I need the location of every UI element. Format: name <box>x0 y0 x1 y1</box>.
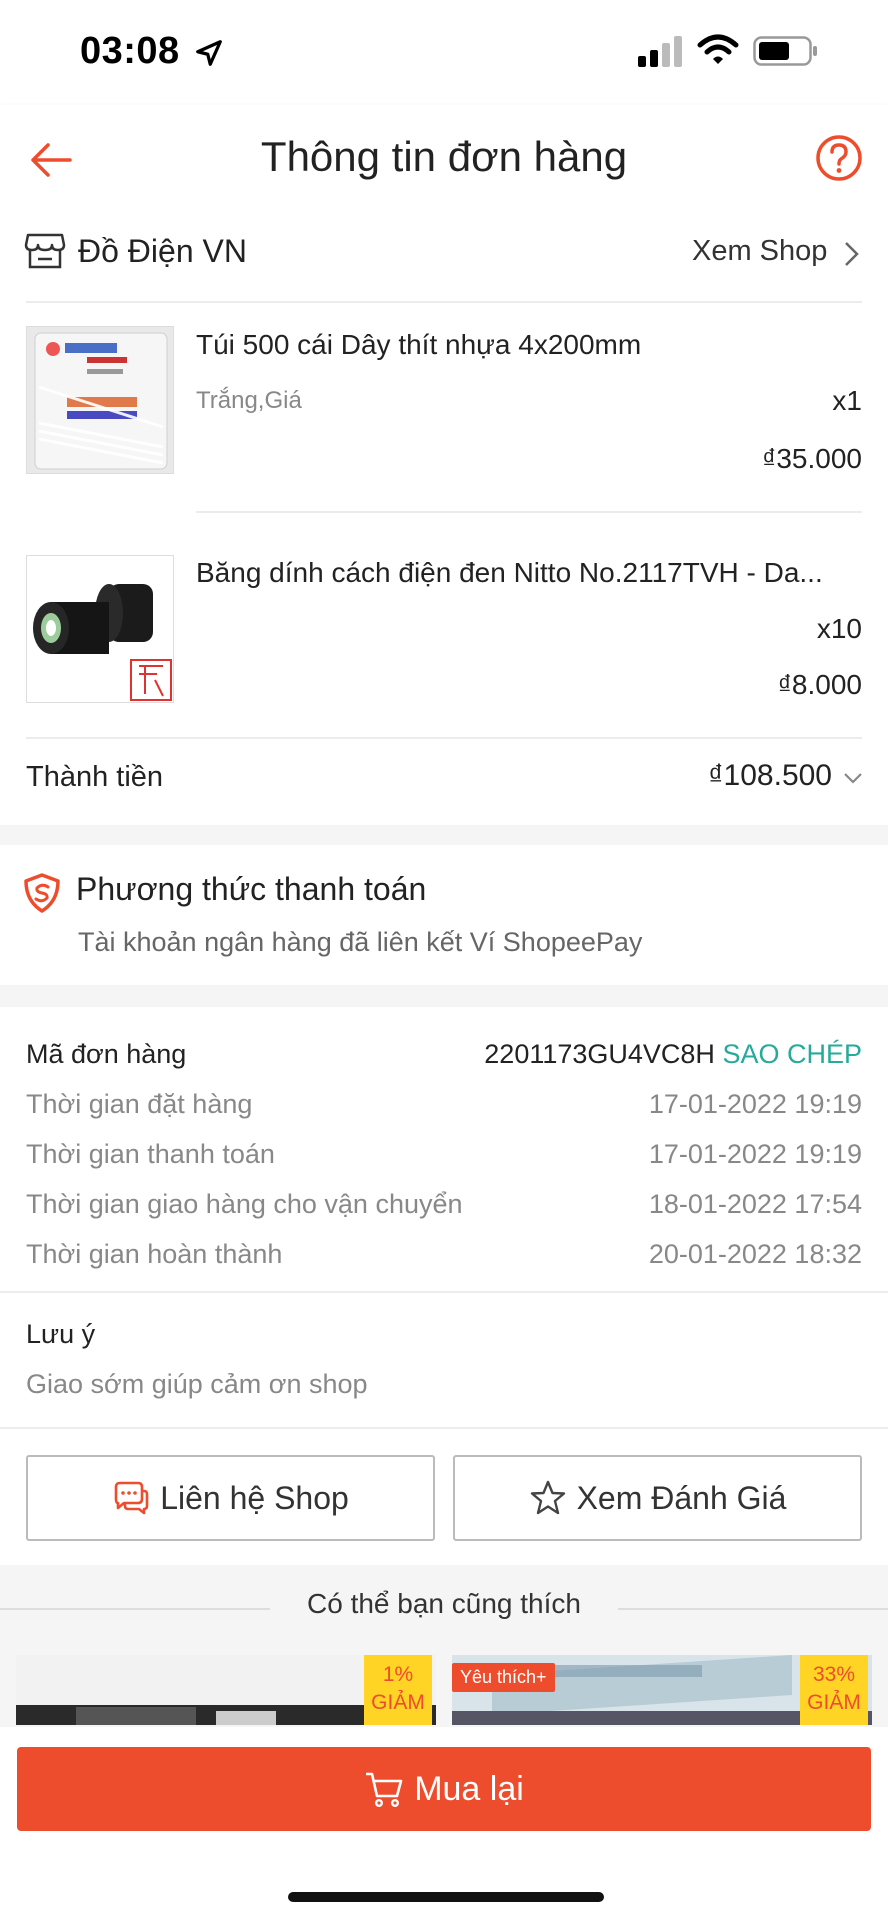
favorite-badge: Yêu thích+ <box>452 1663 555 1692</box>
copy-order-id-button[interactable]: SAO CHÉP <box>722 1039 862 1069</box>
payment-method-title: Phương thức thanh toán <box>76 871 427 907</box>
product-quantity: x10 <box>816 613 862 644</box>
divider <box>0 1291 888 1293</box>
discount-word: GIẢM <box>371 1691 425 1714</box>
product-name: Băng dính cách điện đen Nitto No.2117TVH… <box>196 557 823 588</box>
divider <box>26 301 862 303</box>
cart-icon <box>366 1772 403 1808</box>
info-label: Thời gian giao hàng cho vận chuyển <box>26 1189 463 1219</box>
shipping-time-row: Thời gian giao hàng cho vận chuyển 18-01… <box>26 1189 862 1223</box>
buy-again-label: Mua lại <box>414 1769 524 1808</box>
cellular-signal-icon <box>638 36 682 67</box>
product-quantity: x1 <box>832 385 862 416</box>
product-price: ₫35.000 <box>761 443 862 474</box>
order-id-value: 2201173GU4VC8H <box>484 1039 715 1069</box>
discount-percent: 1% <box>382 1663 414 1686</box>
payment-method-card: Phương thức thanh toán Tài khoản ngân hà… <box>0 845 888 985</box>
order-total-value[interactable]: ₫108.500 <box>600 759 832 793</box>
note-value: Giao sớm giúp cảm ơn shop <box>26 1369 368 1399</box>
status-bar: 03:08 <box>0 0 888 105</box>
battery-icon <box>753 36 817 66</box>
order-total-label: Thành tiền <box>26 761 164 793</box>
divider <box>0 1427 888 1429</box>
info-label: Thời gian hoàn thành <box>26 1239 283 1269</box>
payment-method-value: Tài khoản ngân hàng đã liên kết Ví Shope… <box>78 927 643 957</box>
order-id-value-group: 2201173GU4VC8H SAO CHÉP <box>484 1039 862 1070</box>
location-arrow-icon <box>196 40 222 66</box>
discount-word: GIẢM <box>807 1691 861 1714</box>
chat-icon <box>114 1481 149 1515</box>
page-title: Thông tin đơn hàng <box>260 133 628 180</box>
discount-badge: 33% GIẢM <box>800 1655 868 1725</box>
view-rating-button[interactable]: Xem Đánh Giá <box>453 1455 862 1541</box>
contact-shop-button[interactable]: Liên hệ Shop <box>26 1455 435 1541</box>
note-label: Lưu ý <box>26 1319 96 1349</box>
electrical-tape-image <box>27 556 173 702</box>
shield-icon <box>24 873 60 913</box>
contact-shop-label: Liên hệ Shop <box>160 1479 349 1516</box>
shop-name: Đồ Điện VN <box>78 233 247 269</box>
shop-icon <box>24 233 66 269</box>
info-value: 17-01-2022 19:19 <box>648 1139 862 1169</box>
recommended-product[interactable]: Yêu thích+ 33% GIẢM <box>452 1655 872 1725</box>
product-thumbnail-electrical-tape[interactable] <box>26 555 174 703</box>
completion-time-row: Thời gian hoàn thành 20-01-2022 18:32 <box>26 1239 862 1273</box>
order-id-row: Mã đơn hàng 2201173GU4VC8H SAO CHÉP <box>26 1039 862 1073</box>
chevron-right-icon[interactable] <box>840 239 862 269</box>
discount-badge: 1% GIẢM <box>364 1655 432 1725</box>
status-time: 03:08 <box>80 30 180 72</box>
info-value: 18-01-2022 17:54 <box>648 1189 862 1219</box>
help-icon[interactable] <box>814 133 864 183</box>
order-info-card: Mã đơn hàng 2201173GU4VC8H SAO CHÉP Thời… <box>0 1007 888 1565</box>
info-value: 17-01-2022 19:19 <box>648 1089 862 1119</box>
discount-percent: 33% <box>812 1663 856 1686</box>
divider <box>196 511 862 513</box>
order-id-label: Mã đơn hàng <box>26 1039 187 1069</box>
payment-time-row: Thời gian thanh toán 17-01-2022 19:19 <box>26 1139 862 1173</box>
wifi-icon <box>697 34 739 64</box>
order-time-row: Thời gian đặt hàng 17-01-2022 19:19 <box>26 1089 862 1123</box>
buy-again-button[interactable]: Mua lại <box>17 1747 871 1831</box>
product-name: Túi 500 cái Dây thít nhựa 4x200mm <box>196 329 642 360</box>
chevron-down-icon[interactable] <box>842 769 864 787</box>
shop-order-card: Đồ Điện VN Xem Shop Túi 500 cái Dây thít… <box>0 213 888 825</box>
cable-ties-image <box>27 327 173 473</box>
product-thumbnail-cable-ties[interactable] <box>26 326 174 474</box>
info-label: Thời gian đặt hàng <box>26 1089 253 1119</box>
info-value: 20-01-2022 18:32 <box>648 1239 862 1269</box>
product-variant: Trắng,Giá <box>196 387 302 414</box>
info-label: Thời gian thanh toán <box>26 1139 275 1169</box>
view-rating-label: Xem Đánh Giá <box>576 1479 787 1516</box>
top-navigation-bar: Thông tin đơn hàng <box>0 105 888 213</box>
recommended-product[interactable]: 1% GIẢM <box>16 1655 436 1725</box>
bottom-action-bar: Mua lại <box>0 1727 888 1920</box>
product-price: ₫8.000 <box>777 669 862 700</box>
home-indicator[interactable] <box>288 1892 604 1902</box>
star-icon <box>530 1480 565 1515</box>
view-shop-link[interactable]: Xem Shop <box>692 235 827 268</box>
recommendations-title: Có thể bạn cũng thích <box>307 1588 581 1619</box>
divider <box>26 737 862 739</box>
